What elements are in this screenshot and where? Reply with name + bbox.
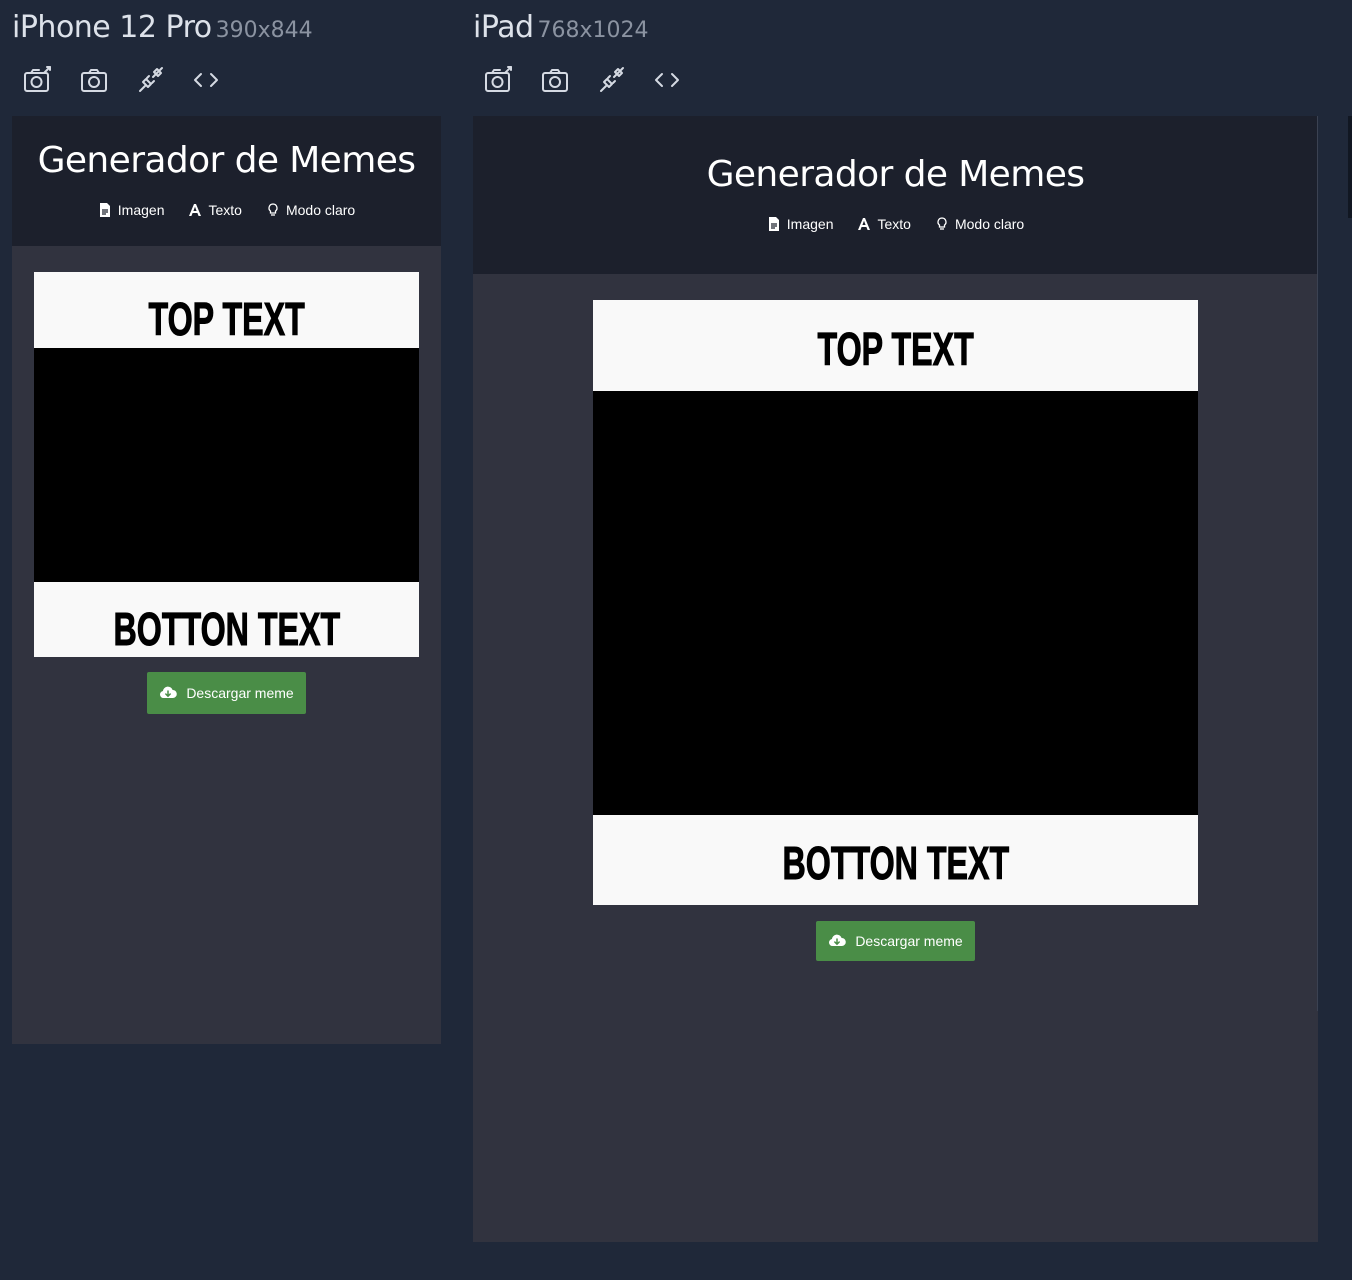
screenshot-button[interactable] <box>76 62 112 98</box>
nav-light-mode-label: Modo claro <box>285 202 356 218</box>
disconnect-button[interactable] <box>132 62 168 98</box>
plug-icon <box>600 67 624 92</box>
nav-text[interactable]: Texto <box>188 202 242 218</box>
app-header: Generador de Memes Imagen Texto Modo cla… <box>473 116 1318 274</box>
ipad-viewport: Generador de Memes Imagen Texto Modo cla… <box>473 116 1318 1242</box>
nav-image[interactable]: Imagen <box>98 202 165 218</box>
device-size: 768x1024 <box>537 18 649 43</box>
app-nav: Imagen Texto Modo claro <box>12 202 441 218</box>
device-name: iPhone 12 Pro <box>12 10 212 45</box>
font-icon <box>858 218 871 230</box>
download-meme-button[interactable]: Descargar meme <box>816 921 975 961</box>
camera-edit-icon <box>24 66 51 92</box>
code-icon <box>655 73 679 87</box>
camera-edit-icon <box>485 66 512 92</box>
device-toolbar <box>481 62 685 98</box>
nav-text[interactable]: Texto <box>857 216 911 232</box>
lightbulb-icon <box>937 217 947 230</box>
device-header: iPad 768x1024 <box>473 10 649 45</box>
disconnect-button[interactable] <box>593 62 629 98</box>
device-ipad: iPad 768x1024 Generador de Memes Imagen … <box>473 0 1319 1243</box>
app-header: Generador de Memes Imagen Texto Modo cla… <box>12 116 441 246</box>
device-iphone: iPhone 12 Pro390x844 Generador de Memes <box>12 0 442 1045</box>
device-toolbar <box>20 62 224 98</box>
screenshot-edit-button[interactable] <box>20 62 56 98</box>
meme-top-text: TOP TEXT <box>817 322 974 375</box>
scrollbar-thumb[interactable] <box>1348 116 1352 218</box>
nav-image-label: Imagen <box>117 202 165 218</box>
app-title: Generador de Memes <box>37 140 416 181</box>
iphone-viewport: Generador de Memes Imagen Texto Modo cla… <box>12 116 441 1044</box>
meme-bottom-band: BOTTON TEXT <box>593 815 1198 905</box>
download-meme-label: Descargar meme <box>855 933 963 949</box>
nav-text-label: Texto <box>877 216 911 232</box>
meme-bottom-text: BOTTON TEXT <box>782 837 1009 890</box>
lightbulb-icon <box>268 203 278 216</box>
cloud-download-icon <box>829 934 847 946</box>
camera-icon <box>542 69 568 92</box>
app-nav: Imagen Texto Modo claro <box>473 216 1318 232</box>
meme-bottom-band: BOTTON TEXT <box>34 582 419 657</box>
camera-icon <box>81 69 107 92</box>
meme-top-text: TOP TEXT <box>148 293 305 346</box>
viewport-edge <box>1317 116 1318 1011</box>
device-name: iPad <box>473 10 534 45</box>
nav-text-label: Texto <box>208 202 242 218</box>
download-meme-button[interactable]: Descargar meme <box>147 672 306 714</box>
meme-preview: TOP TEXT BOTTON TEXT <box>34 272 419 657</box>
nav-image[interactable]: Imagen <box>767 216 834 232</box>
download-meme-label: Descargar meme <box>186 685 294 701</box>
device-header: iPhone 12 Pro 390x844 <box>12 10 313 45</box>
code-button[interactable] <box>649 62 685 98</box>
code-icon <box>194 73 218 87</box>
nav-image-label: Imagen <box>786 216 834 232</box>
image-file-icon <box>768 217 779 231</box>
plug-icon <box>139 67 163 92</box>
nav-light-mode[interactable]: Modo claro <box>266 202 355 218</box>
meme-top-band: TOP TEXT <box>593 300 1198 391</box>
device-size: 390x844 <box>215 18 313 43</box>
meme-bottom-text: BOTTON TEXT <box>113 602 340 655</box>
font-icon <box>189 204 202 216</box>
cloud-download-icon <box>160 686 178 698</box>
screenshot-button[interactable] <box>537 62 573 98</box>
image-file-icon <box>99 203 110 217</box>
meme-top-band: TOP TEXT <box>34 272 419 348</box>
code-button[interactable] <box>188 62 224 98</box>
screenshot-edit-button[interactable] <box>481 62 517 98</box>
app-title: Generador de Memes <box>706 154 1085 195</box>
nav-light-mode[interactable]: Modo claro <box>935 216 1024 232</box>
meme-preview: TOP TEXT BOTTON TEXT <box>593 300 1198 905</box>
nav-light-mode-label: Modo claro <box>954 216 1025 232</box>
